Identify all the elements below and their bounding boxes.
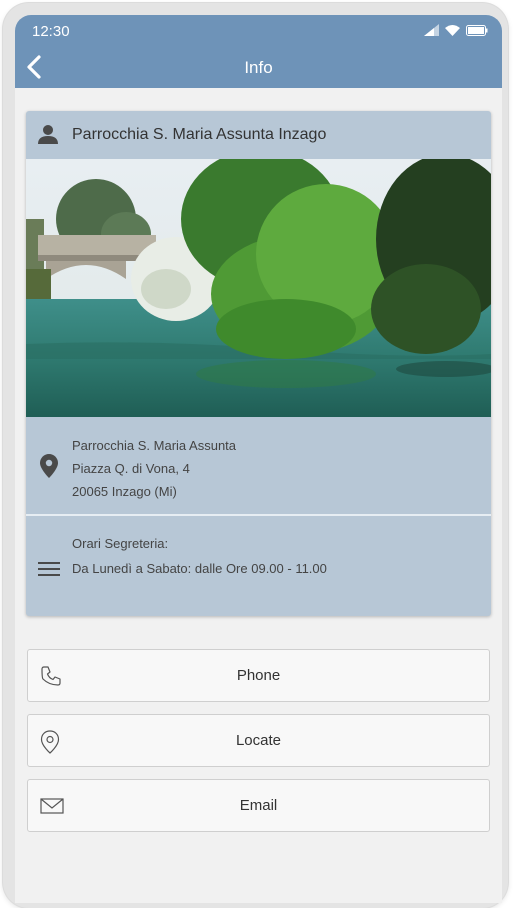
phone-button[interactable]: Phone	[27, 649, 490, 702]
person-icon	[38, 125, 58, 144]
hours-value: Da Lunedì a Sabato: dalle Ore 09.00 - 11…	[72, 561, 327, 576]
map-pin-outline-icon	[40, 730, 60, 754]
signal-icon	[424, 24, 439, 36]
email-button[interactable]: Email	[27, 779, 490, 832]
info-card: Parrocchia S. Maria Assunta Inzago Parro…	[26, 111, 491, 616]
address-line-1: Parrocchia S. Maria Assunta	[72, 438, 237, 453]
phone-frame: 12:30 Info Parrocchia S. Maria Assunta I…	[3, 3, 508, 908]
wifi-icon	[445, 25, 460, 36]
card-header: Parrocchia S. Maria Assunta Inzago	[26, 111, 491, 159]
status-time: 12:30	[32, 23, 70, 40]
hours-lines: Orari Segreteria: Da Lunedì a Sabato: da…	[72, 531, 327, 581]
battery-icon	[466, 24, 488, 36]
envelope-icon	[40, 798, 64, 814]
page-title: Info	[244, 58, 273, 77]
menu-lines-icon	[38, 562, 60, 576]
location-pin-icon	[40, 454, 58, 478]
email-label: Email	[239, 797, 278, 814]
church-river-photo	[26, 159, 491, 417]
hours-label: Orari Segreteria:	[72, 536, 169, 551]
phone-icon	[41, 666, 61, 686]
hours-section: Orari Segreteria: Da Lunedì a Sabato: da…	[26, 516, 491, 616]
app-bar: 12:30 Info	[15, 15, 502, 88]
locate-label: Locate	[235, 732, 282, 749]
screen: 12:30 Info Parrocchia S. Maria Assunta I…	[15, 15, 502, 903]
address-section: Parrocchia S. Maria Assunta Piazza Q. di…	[26, 417, 491, 515]
status-icons	[424, 24, 488, 36]
locate-button[interactable]: Locate	[27, 714, 490, 767]
address-line-3: 20065 Inzago (Mi)	[72, 484, 177, 499]
organization-name: Parrocchia S. Maria Assunta Inzago	[72, 126, 327, 143]
address-lines: Parrocchia S. Maria Assunta Piazza Q. di…	[72, 434, 236, 503]
address-line-2: Piazza Q. di Vona, 4	[72, 461, 190, 476]
phone-label: Phone	[236, 667, 281, 684]
